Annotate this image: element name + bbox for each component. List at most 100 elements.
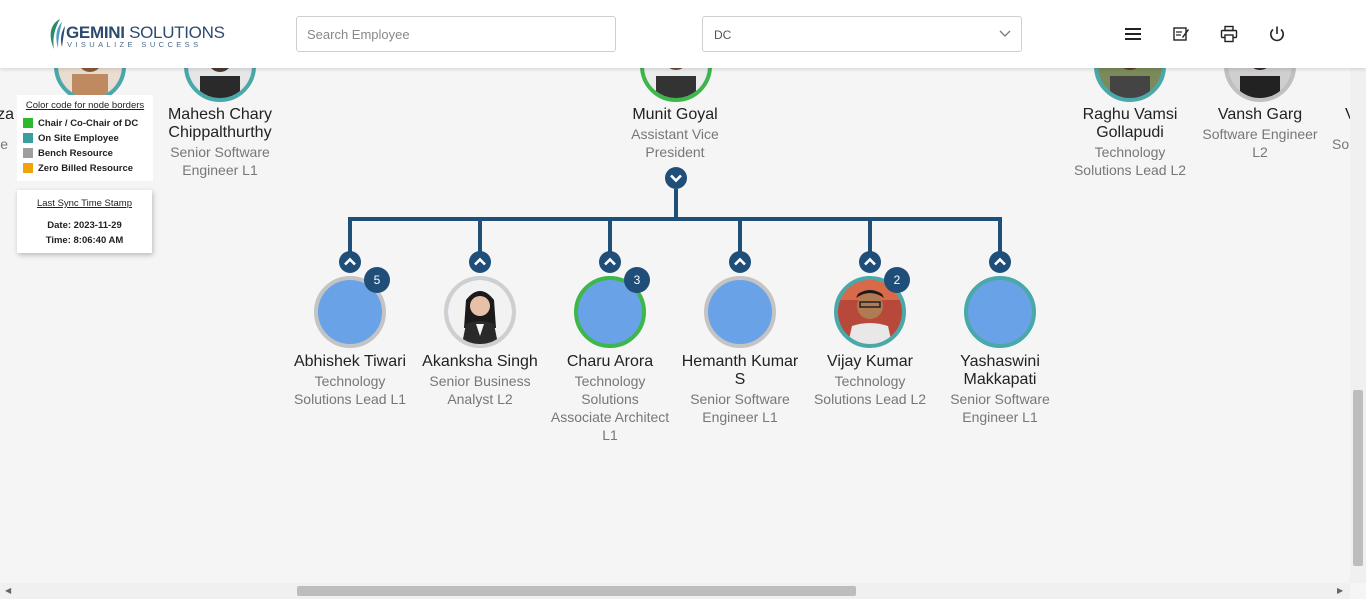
node-role-line2: Solutions Lead L2 (813, 391, 927, 407)
node-role-line4: L1 (602, 427, 618, 443)
legend-item: Zero Billed Resource (23, 161, 147, 176)
node-name: Yashaswini (960, 353, 1040, 370)
chevron-up-icon (474, 257, 486, 266)
logo-tagline: VISUALIZE SUCCESS (67, 40, 202, 49)
node-role: Senior Software (950, 391, 1050, 407)
node-role-line2: Solutions Lead L2 (1073, 162, 1187, 178)
node-name-line2: Gollapudi (1096, 124, 1164, 141)
avatar-yashaswini[interactable] (964, 276, 1036, 348)
scroll-left-icon[interactable]: ◀ (5, 586, 11, 595)
node-name: Abhishek Tiwari (293, 353, 407, 370)
chevron-down-icon (999, 30, 1011, 37)
node-role: Assistant Vice (631, 126, 719, 142)
node-role-line2: Engineer L1 (702, 409, 778, 425)
node-role-line2: Engineer L1 (182, 162, 258, 178)
node-name: Vansh Garg (1217, 106, 1303, 123)
node-role-line2: President (645, 144, 705, 160)
node-role-line2: Solutions (581, 391, 639, 407)
node-name: Charu Arora (566, 353, 654, 370)
power-icon[interactable] (1268, 25, 1286, 43)
reports-count-badge: 5 (364, 267, 390, 293)
expand-toggle-child[interactable] (599, 251, 621, 273)
horizontal-scrollbar[interactable]: ◀ ▶ (0, 583, 1350, 599)
node-name: Raghu Vamsi (1082, 106, 1178, 123)
expand-toggle-child[interactable] (339, 251, 361, 273)
node-name: V (1332, 106, 1356, 124)
node-role: So (1332, 136, 1350, 152)
legend-swatch-onsite (23, 132, 33, 143)
avatar-hemanth[interactable] (704, 276, 776, 348)
legend-label: Zero Billed Resource (38, 163, 134, 174)
legend-title: Color code for node borders (25, 100, 145, 111)
node-role-line3: Associate Architect (550, 409, 670, 425)
edit-note-icon[interactable] (1172, 25, 1190, 43)
legend-swatch-chair (23, 117, 33, 128)
last-sync-panel: Last Sync Time Stamp Date: 2023-11-29 Ti… (17, 190, 152, 253)
horizontal-scrollbar-thumb[interactable] (297, 586, 856, 596)
sync-time: Time: 8:06:40 AM (45, 235, 124, 246)
collapse-toggle-munit[interactable] (665, 167, 687, 189)
node-role: Technology (314, 373, 386, 389)
chevron-up-icon (344, 257, 356, 266)
node-role-line2: Analyst L2 (447, 391, 513, 407)
node-role: Technology (1094, 144, 1166, 160)
color-code-legend: Color code for node borders Chair / Co-C… (17, 95, 153, 181)
expand-toggle-child[interactable] (469, 251, 491, 273)
dc-select-value: DC (714, 28, 732, 42)
avatar-akanksha[interactable] (444, 276, 516, 348)
node-mahesh-chary[interactable]: Mahesh Chary Chippalthurthy Senior Softw… (155, 106, 285, 179)
node-role: Software Engineer (1202, 126, 1318, 142)
app-header: GEMINI SOLUTIONS VISUALIZE SUCCESS DC (0, 0, 1366, 68)
legend-label: On Site Employee (38, 133, 119, 144)
node-name: Vijay Kumar (827, 353, 913, 370)
node-charu-arora[interactable]: Charu Arora Technology Solutions Associa… (545, 353, 675, 444)
node-role: Technology (834, 373, 906, 389)
legend-item: Chair / Co-Chair of DC (23, 116, 147, 131)
gemini-logo[interactable]: GEMINI SOLUTIONS VISUALIZE SUCCESS (46, 16, 225, 52)
menu-icon[interactable] (1124, 25, 1142, 43)
profile-photo (448, 280, 512, 344)
legend-item: On Site Employee (23, 131, 147, 146)
legend-label: Chair / Co-Chair of DC (38, 118, 139, 129)
node-name-line2: Chippalthurthy (168, 124, 272, 141)
chevron-up-icon (864, 257, 876, 266)
node-yashaswini-makkapati[interactable]: Yashaswini Makkapati Senior Software Eng… (935, 353, 1065, 426)
node-role: Technology (574, 373, 646, 389)
node-role: Senior Software (170, 144, 270, 160)
node-vansh-garg[interactable]: Vansh Garg Software Engineer L2 (1195, 106, 1325, 161)
node-name: Munit Goyal (632, 106, 718, 123)
node-raghu-vamsi[interactable]: Raghu Vamsi Gollapudi Technology Solutio… (1065, 106, 1195, 179)
search-employee-input[interactable] (296, 16, 616, 52)
node-abhishek-tiwari[interactable]: Abhishek Tiwari Technology Solutions Lea… (285, 353, 415, 408)
node-name: Mahesh Chary (167, 106, 273, 123)
expand-toggle-child[interactable] (729, 251, 751, 273)
node-hemanth-kumar[interactable]: Hemanth Kumar S Senior Software Engineer… (675, 353, 805, 426)
node-role: Senior Business (429, 373, 531, 389)
chevron-up-icon (734, 257, 746, 266)
node-name-line2: Makkapati (963, 371, 1037, 388)
reports-count-badge: 3 (624, 267, 650, 293)
node-vijay-kumar[interactable]: Vijay Kumar Technology Solutions Lead L2 (805, 353, 935, 408)
node-role-line2: L2 (1252, 144, 1268, 160)
scroll-right-icon[interactable]: ▶ (1337, 586, 1343, 595)
legend-label: Bench Resource (38, 148, 113, 159)
print-icon[interactable] (1220, 25, 1238, 43)
node-partial-right[interactable]: V So (1332, 106, 1356, 153)
expand-toggle-child[interactable] (859, 251, 881, 273)
sync-date: Date: 2023-11-29 (47, 220, 122, 231)
vertical-scrollbar[interactable] (1350, 68, 1366, 583)
legend-swatch-bench (23, 147, 33, 158)
dc-select[interactable]: DC (702, 16, 1022, 52)
expand-toggle-child[interactable] (989, 251, 1011, 273)
logo-leaf-icon (50, 19, 65, 49)
node-role-line2: Engineer L1 (962, 409, 1038, 425)
vertical-scrollbar-thumb[interactable] (1353, 390, 1363, 566)
chevron-up-icon (604, 257, 616, 266)
node-munit-goyal[interactable]: Munit Goyal Assistant Vice President (610, 106, 740, 161)
sync-title: Last Sync Time Stamp (36, 198, 133, 209)
node-akanksha-singh[interactable]: Akanksha Singh Senior Business Analyst L… (415, 353, 545, 408)
legend-item: Bench Resource (23, 146, 147, 161)
node-role: Senior Software (690, 391, 790, 407)
reports-count-badge: 2 (884, 267, 910, 293)
chevron-up-icon (994, 257, 1006, 266)
